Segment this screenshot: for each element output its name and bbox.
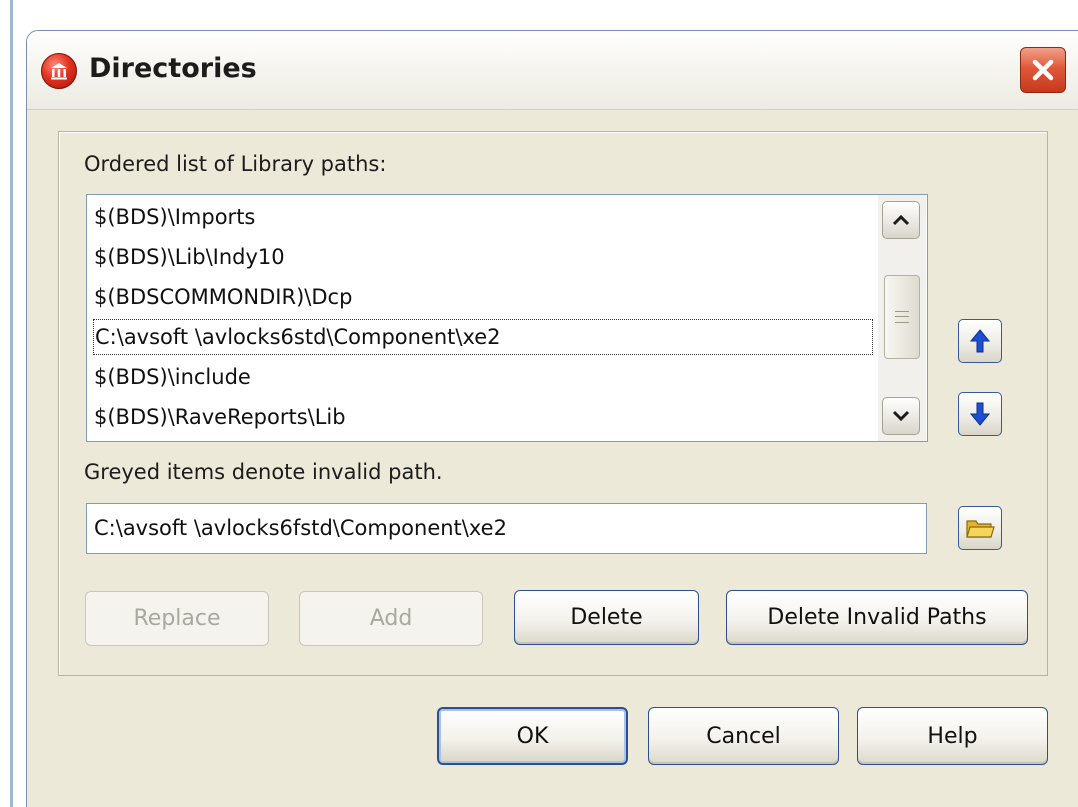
folder-icon <box>966 520 995 538</box>
move-up-button[interactable] <box>958 319 1002 363</box>
arrow-down-icon <box>969 402 991 426</box>
move-down-button[interactable] <box>958 392 1002 436</box>
list-scrollbar[interactable] <box>878 195 926 441</box>
cancel-button[interactable]: Cancel <box>648 707 839 765</box>
grip-icon <box>895 311 909 323</box>
list-item[interactable]: $(BDS)\Imports <box>94 199 255 235</box>
close-icon <box>1032 59 1054 81</box>
path-input[interactable]: C:\avsoft \avlocks6fstd\Component\xe2 <box>86 503 927 554</box>
chevron-up-icon <box>892 214 910 226</box>
browse-folder-button[interactable] <box>958 506 1002 550</box>
scroll-up-button[interactable] <box>882 201 920 239</box>
list-item-focused[interactable]: C:\avsoft \avlocks6std\Component\xe2 <box>93 319 873 355</box>
list-item[interactable]: $(BDS)\RaveReports\Lib <box>94 399 346 435</box>
delete-button[interactable]: Delete <box>514 590 699 645</box>
close-button[interactable] <box>1020 47 1066 93</box>
title-bar[interactable]: Directories <box>27 31 1078 110</box>
help-button[interactable]: Help <box>857 707 1048 765</box>
page-edge-rule <box>10 0 13 807</box>
scroll-thumb[interactable] <box>884 275 920 359</box>
dialog-title: Directories <box>89 53 257 84</box>
app-icon <box>41 53 77 89</box>
add-button[interactable]: Add <box>299 591 483 646</box>
scroll-down-button[interactable] <box>882 397 920 435</box>
invalid-path-note: Greyed items denote invalid path. <box>84 460 443 484</box>
list-label: Ordered list of Library paths: <box>84 152 387 176</box>
ok-button[interactable]: OK <box>437 707 628 765</box>
delete-invalid-paths-button[interactable]: Delete Invalid Paths <box>726 590 1028 645</box>
replace-button[interactable]: Replace <box>85 591 269 646</box>
list-item[interactable]: $(BDS)\Lib\Indy10 <box>94 239 285 275</box>
list-item[interactable]: $(BDS)\include <box>94 359 251 395</box>
chevron-down-icon <box>892 410 910 422</box>
arrow-up-icon <box>969 329 991 353</box>
library-path-list[interactable]: $(BDS)\Imports $(BDS)\Lib\Indy10 $(BDSCO… <box>86 194 928 442</box>
list-item[interactable]: $(BDSCOMMONDIR)\Dcp <box>94 279 352 315</box>
